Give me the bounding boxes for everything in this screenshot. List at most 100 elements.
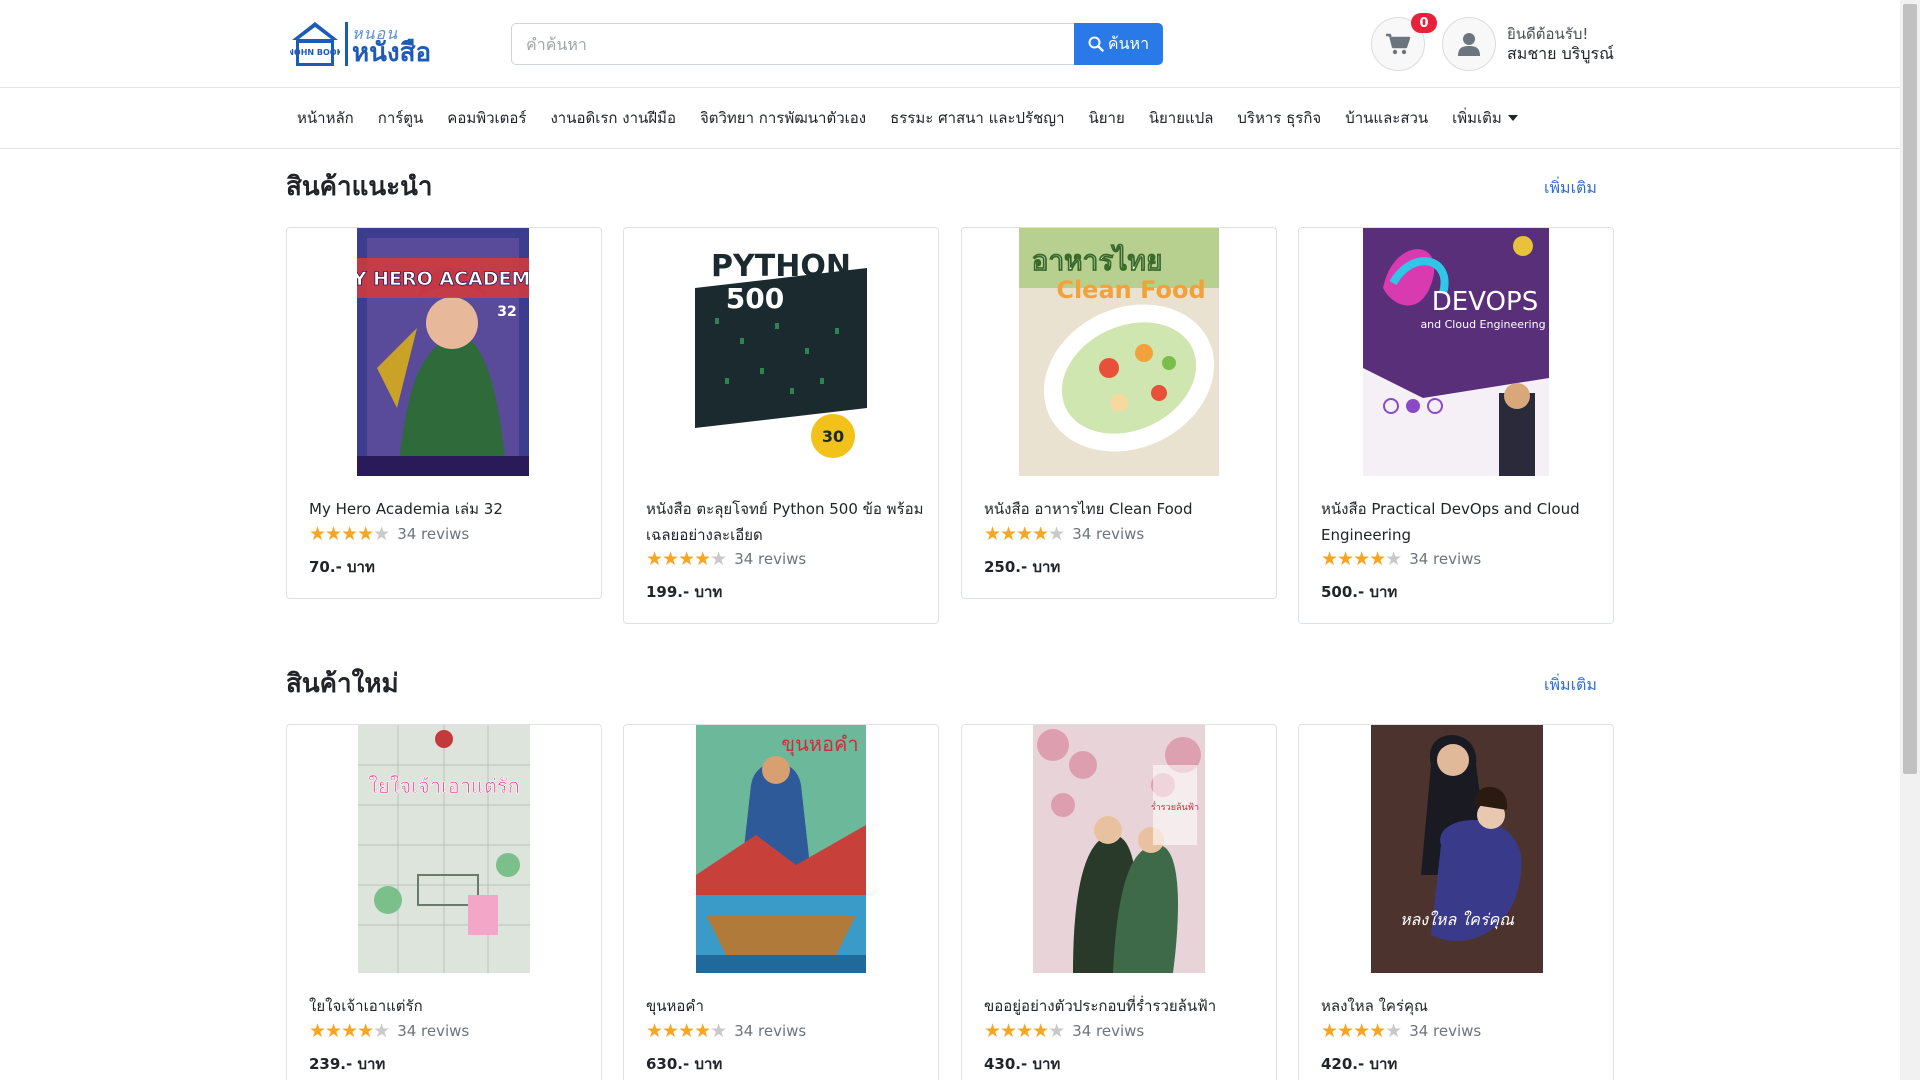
cover-title-text: MY HERO ACADEMIA: [357, 268, 529, 290]
user-icon: [1458, 33, 1480, 56]
scrollbar-thumb[interactable]: [1903, 4, 1917, 774]
product-title[interactable]: หนังสือ อาหารไทย Clean Food: [984, 496, 1264, 522]
review-count: 34 reviws: [1409, 550, 1482, 568]
product-title[interactable]: หนังสือ ตะลุยโจทย์ Python 500 ข้อ พร้อมเ…: [646, 496, 926, 548]
cover-title-text: หลงใหล ใคร่คุณ: [1400, 910, 1514, 930]
nav-item-novels[interactable]: นิยาย: [1077, 106, 1137, 130]
star-rating-icon: ★★★★★: [646, 1020, 727, 1042]
cover-sub-text: 500: [726, 282, 784, 315]
product-title[interactable]: ใยใจเจ้าเอาแต่รัก: [309, 993, 589, 1019]
product-price: 500.- บาท: [1321, 583, 1398, 601]
product-cover[interactable]: ใยใจเจ้าเอาแต่รัก: [358, 725, 530, 973]
product-card[interactable]: PYTHON 500 30 หนังสือ ตะลุยโจทย์ Python …: [623, 227, 939, 624]
product-rating: ★★★★★ 34 reviws: [984, 1021, 1144, 1041]
book-cover-image: DEVOPS and Cloud Engineering: [1363, 228, 1549, 476]
product-cover[interactable]: ร่ำรวยล้นฟ้า: [1033, 725, 1205, 973]
product-price: 630.- บาท: [646, 1055, 723, 1073]
cover-title-text: ใยใจเจ้าเอาแต่รัก: [368, 774, 520, 798]
star-rating-icon: ★★★★★: [309, 523, 390, 545]
new-arrivals-more-link[interactable]: เพิ่มเติม: [1544, 673, 1597, 698]
nav-item-more-dropdown[interactable]: เพิ่มเติม: [1440, 106, 1530, 130]
recommended-more-link[interactable]: เพิ่มเติม: [1544, 176, 1597, 201]
product-rating: ★★★★★ 34 reviws: [984, 524, 1144, 544]
product-card[interactable]: ร่ำรวยล้นฟ้า ขออยู่อย่างตัวประกอบที่ร่ำร…: [961, 724, 1277, 1080]
username-text[interactable]: สมชาย บริบูรณ์: [1507, 44, 1614, 64]
top-header: NOHN BOOK หนอน หนังสือ ค้นหา 0 ยินดีต้อน…: [0, 0, 1900, 88]
product-price: 70.- บาท: [309, 558, 375, 576]
search-button[interactable]: ค้นหา: [1074, 23, 1163, 65]
search-button-label: ค้นหา: [1107, 33, 1150, 53]
cover-sub-text: Clean Food: [1056, 276, 1205, 304]
review-count: 34 reviws: [397, 525, 470, 543]
product-rating: ★★★★★ 34 reviws: [646, 1021, 806, 1041]
review-count: 34 reviws: [734, 550, 807, 568]
review-count: 34 reviws: [1072, 525, 1145, 543]
star-rating-icon: ★★★★★: [646, 548, 727, 570]
product-rating: ★★★★★ 34 reviws: [1321, 549, 1481, 569]
product-title[interactable]: หลงใหล ใคร่คุณ: [1321, 993, 1601, 1019]
product-cover[interactable]: หลงใหล ใคร่คุณ: [1371, 725, 1543, 973]
logo-main-text: หนังสือ: [352, 38, 432, 68]
nav-item-comics[interactable]: การ์ตูน: [366, 106, 436, 130]
book-cover-image: อาหารไทย Clean Food: [1019, 228, 1219, 476]
product-cover[interactable]: DEVOPS and Cloud Engineering: [1363, 228, 1549, 476]
nav-item-hobbies[interactable]: งานอดิเรก งานฝีมือ: [538, 106, 687, 130]
star-rating-icon: ★★★★★: [1321, 1020, 1402, 1042]
page-scrollbar[interactable]: [1900, 0, 1920, 1080]
product-rating: ★★★★★ 34 reviws: [309, 524, 469, 544]
cover-sub-text: 32: [497, 304, 516, 320]
search-icon: [1088, 36, 1104, 52]
category-nav: หน้าหลัก การ์ตูน คอมพิวเตอร์ งานอดิเรก ง…: [0, 88, 1900, 149]
nav-item-computer[interactable]: คอมพิวเตอร์: [435, 106, 538, 130]
book-cover-image: หลงใหล ใคร่คุณ: [1371, 725, 1543, 973]
nav-item-religion[interactable]: ธรรมะ ศาสนา และปรัชญา: [878, 106, 1076, 130]
user-avatar[interactable]: [1442, 17, 1496, 71]
product-price: 430.- บาท: [984, 1055, 1061, 1073]
product-card[interactable]: อาหารไทย Clean Food หนังสือ อาหารไทย Cle…: [961, 227, 1277, 599]
review-count: 34 reviws: [1409, 1022, 1482, 1040]
product-card[interactable]: DEVOPS and Cloud Engineering หนังสือ Pra…: [1298, 227, 1614, 624]
product-cover[interactable]: PYTHON 500 30: [695, 228, 867, 476]
svg-text:30: 30: [822, 427, 844, 446]
product-rating: ★★★★★ 34 reviws: [309, 1021, 469, 1041]
product-card[interactable]: ใยใจเจ้าเอาแต่รัก ใยใจเจ้าเอาแต่รัก ★★★★…: [286, 724, 602, 1080]
product-price: 199.- บาท: [646, 583, 723, 601]
section-title-recommended: สินค้าแนะนำ: [286, 172, 433, 202]
product-price: 239.- บาท: [309, 1055, 386, 1073]
search-input[interactable]: [511, 23, 1074, 65]
review-count: 34 reviws: [1072, 1022, 1145, 1040]
logo-badge-text: NOHN BOOK: [290, 48, 340, 57]
product-cover[interactable]: ขุนหอคำ: [696, 725, 866, 973]
product-title[interactable]: My Hero Academia เล่ม 32: [309, 496, 589, 522]
product-title[interactable]: ขุนหอคำ: [646, 993, 926, 1019]
logo-divider: [345, 22, 348, 66]
product-card[interactable]: MY HERO ACADEMIA 32 My Hero Academia เล่…: [286, 227, 602, 599]
product-title[interactable]: ขออยู่อย่างตัวประกอบที่ร่ำรวยล้นฟ้า: [984, 993, 1264, 1019]
nav-item-business[interactable]: บริหาร ธุรกิจ: [1225, 106, 1333, 130]
cover-title-text: ขุนหอคำ: [781, 732, 858, 757]
book-cover-image: MY HERO ACADEMIA 32: [357, 228, 529, 476]
product-card[interactable]: หลงใหล ใคร่คุณ หลงใหล ใคร่คุณ ★★★★★ 34 r…: [1298, 724, 1614, 1080]
category-nav-list: หน้าหลัก การ์ตูน คอมพิวเตอร์ งานอดิเรก ง…: [285, 88, 1530, 148]
star-rating-icon: ★★★★★: [309, 1020, 390, 1042]
star-rating-icon: ★★★★★: [984, 1020, 1065, 1042]
product-price: 250.- บาท: [984, 558, 1061, 576]
caret-down-icon: [1507, 115, 1518, 121]
logo-house-icon: NOHN BOOK: [290, 22, 340, 66]
nav-item-translated-novels[interactable]: นิยายแปล: [1137, 106, 1226, 130]
nav-item-home[interactable]: หน้าหลัก: [285, 106, 366, 130]
product-cover[interactable]: อาหารไทย Clean Food: [1019, 228, 1219, 476]
star-rating-icon: ★★★★★: [1321, 548, 1402, 570]
nav-item-home-garden[interactable]: บ้านและสวน: [1333, 106, 1440, 130]
greeting-text: ยินดีต้อนรับ!: [1507, 25, 1589, 43]
cover-title-text: อาหารไทย: [1032, 244, 1163, 277]
product-card[interactable]: ขุนหอคำ ขุนหอคำ ★★★★★ 34 reviws 630.- บา…: [623, 724, 939, 1080]
product-rating: ★★★★★ 34 reviws: [646, 549, 806, 569]
product-cover[interactable]: MY HERO ACADEMIA 32: [357, 228, 529, 476]
site-logo[interactable]: NOHN BOOK หนอน หนังสือ: [290, 20, 442, 70]
book-cover-image: ร่ำรวยล้นฟ้า: [1033, 725, 1205, 973]
section-title-new-arrivals: สินค้าใหม่: [286, 669, 399, 699]
nav-item-psychology[interactable]: จิตวิทยา การพัฒนาตัวเอง: [688, 106, 878, 130]
product-title[interactable]: หนังสือ Practical DevOps and Cloud Engin…: [1321, 496, 1601, 548]
product-price: 420.- บาท: [1321, 1055, 1398, 1073]
